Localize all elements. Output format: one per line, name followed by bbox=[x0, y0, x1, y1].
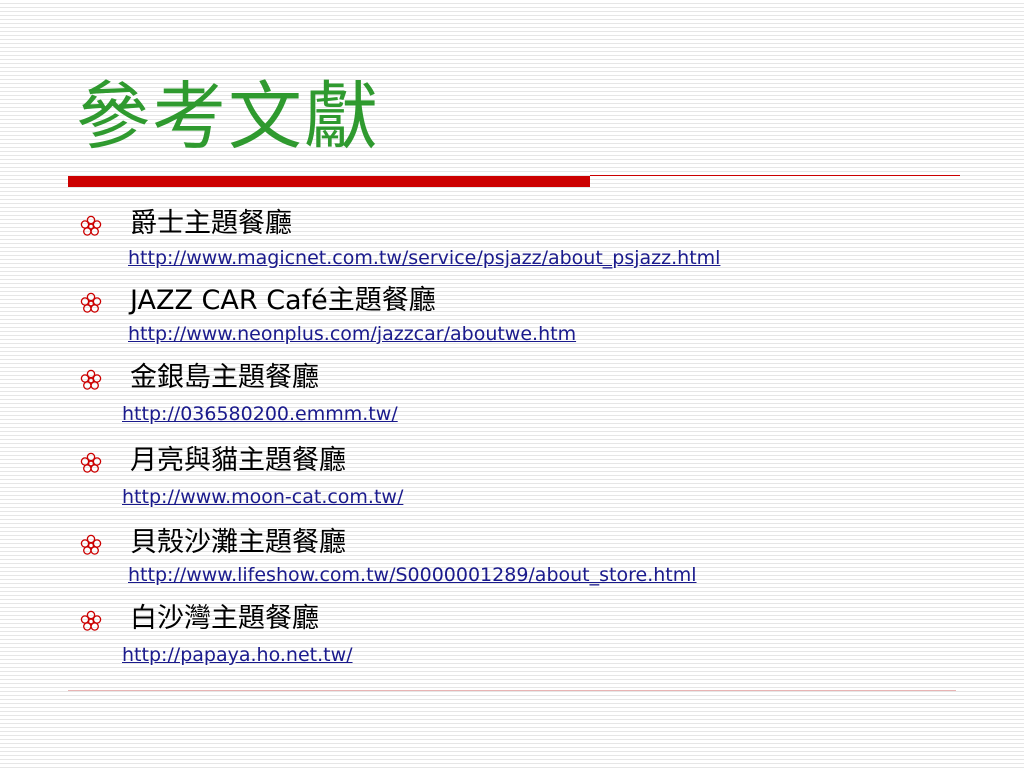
item-heading: JAZZ CAR Café主題餐廳 bbox=[130, 285, 436, 316]
item-heading: 月亮與貓主題餐廳 bbox=[130, 445, 346, 476]
flower-icon bbox=[80, 534, 102, 555]
item-link[interactable]: http://www.moon-cat.com.tw/ bbox=[122, 485, 403, 509]
flower-icon bbox=[80, 369, 102, 390]
title-underline-thin bbox=[590, 175, 960, 176]
item-link[interactable]: http://036580200.emmm.tw/ bbox=[122, 402, 398, 426]
item-heading: 金銀島主題餐廳 bbox=[130, 362, 319, 393]
footer-rule bbox=[68, 690, 956, 691]
item-heading: 白沙灣主題餐廳 bbox=[130, 603, 319, 634]
flower-icon bbox=[80, 215, 102, 236]
flower-icon bbox=[80, 292, 102, 313]
slide-title: 參考文獻 bbox=[76, 74, 380, 160]
flower-icon bbox=[80, 610, 102, 631]
item-heading: 貝殼沙灘主題餐廳 bbox=[130, 527, 346, 558]
item-link[interactable]: http://www.lifeshow.com.tw/S0000001289/a… bbox=[128, 563, 697, 587]
item-link[interactable]: http://www.magicnet.com.tw/service/psjaz… bbox=[128, 246, 720, 270]
slide: { "title": "參考文獻", "colors": { "title": … bbox=[0, 0, 1024, 768]
item-link[interactable]: http://www.neonplus.com/jazzcar/aboutwe.… bbox=[128, 322, 576, 346]
title-underline-thick bbox=[68, 176, 590, 187]
item-link[interactable]: http://papaya.ho.net.tw/ bbox=[122, 643, 353, 667]
item-heading: 爵士主題餐廳 bbox=[130, 208, 292, 239]
flower-icon bbox=[80, 452, 102, 473]
